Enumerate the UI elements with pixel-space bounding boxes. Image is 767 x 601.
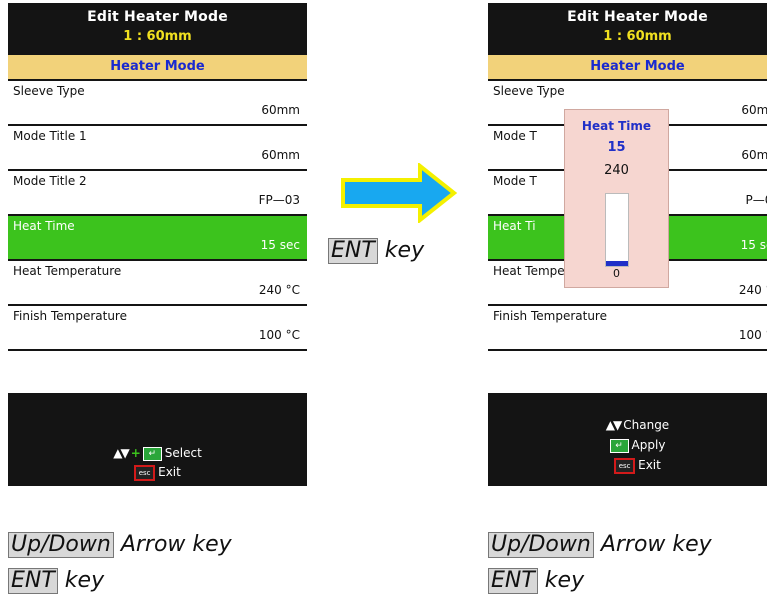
menu-item-value: 60mm [261,103,300,117]
middle-instruction: ENT key [328,238,424,264]
up-down-key-label: Up/Down [488,532,594,558]
ent-key-label: ENT [488,568,538,594]
section-header: Heater Mode [8,55,307,79]
footer-hints: ▲▼ + ↵ Select esc Exit [8,438,307,486]
up-down-arrows-icon: ▲▼ [113,446,130,460]
menu-item-value: P—03 [745,193,767,207]
menu-item-mode-title-1[interactable]: Mode Title 1 60mm [8,126,307,171]
right-arrow-icon [341,163,458,223]
enter-key-icon: ↵ [609,438,629,453]
up-down-arrows-icon: ▲▼ [605,418,623,432]
exit-hint: esc Exit [488,456,767,474]
right-instruction-line-2: ENT key [488,568,584,594]
change-label: Change [623,418,670,432]
key-suffix: key [57,568,105,593]
menu-item-value: 60mm [741,103,767,117]
value-level-slider[interactable] [605,193,629,267]
key-suffix: key [377,238,425,263]
right-instruction-line-1: Up/Down Arrow key [488,532,712,558]
menu-item-value: 15 sec [260,238,300,252]
left-instruction-line-2: ENT key [8,568,104,594]
menu-item-heat-temperature[interactable]: Heat Temperature 240 °C [8,261,307,306]
menu-item-empty [488,351,767,395]
popup-max-value: 240 [604,163,629,178]
plus-icon: + [130,446,141,460]
menu-item-sleeve-type[interactable]: Sleeve Type 60mm [8,81,307,126]
menu-item-heat-time[interactable]: Heat Time 15 sec [8,216,307,261]
section-header: Heater Mode [488,55,767,79]
menu-item-value: 60mm [261,148,300,162]
left-instruction-line-1: Up/Down Arrow key [8,532,232,558]
select-label: Select [164,446,202,460]
popup-current-value: 15 [607,140,626,155]
change-hint: ▲▼ Change [488,416,767,434]
footer-hints: ▲▼ Change ↵ Apply esc Exit [488,414,767,486]
screen-title: Edit Heater Mode [567,9,708,25]
menu-item-value: 60mm [741,148,767,162]
esc-key-icon: esc [614,457,636,474]
menu-item-label: Heat Time [13,219,75,233]
menu-item-label: Heat Temperature [13,264,122,278]
menu-item-value: 100 °C [738,328,767,342]
menu-item-value: FP—03 [258,193,300,207]
screen-subtitle: 1 : 60mm [603,29,672,44]
enter-key-icon: ↵ [142,446,162,461]
key-suffix: Arrow key [113,532,232,557]
popup-title: Heat Time [581,119,652,133]
select-hint: ▲▼ + ↵ Select [8,444,307,462]
menu-item-value: 100 °C [258,328,300,342]
heater-mode-screen-left: Edit Heater Mode 1 : 60mm Heater Mode Sl… [8,3,307,486]
exit-hint: esc Exit [8,463,307,481]
popup-min-value: 0 [613,267,620,280]
apply-label: Apply [631,438,666,452]
key-suffix: key [537,568,585,593]
ent-key-label: ENT [8,568,58,594]
screen-subtitle: 1 : 60mm [123,29,192,44]
menu-item-label: Mode Title 1 [13,129,87,143]
esc-key-icon: esc [134,464,156,481]
key-suffix: Arrow key [593,532,712,557]
apply-hint: ↵ Apply [488,436,767,454]
menu-item-value: 240 °C [258,283,300,297]
menu-item-label: Finish Temperature [493,309,607,323]
menu-list: Sleeve Type 60mm Mode Title 1 60mm Mode … [8,81,307,395]
ent-key-label: ENT [328,238,378,264]
menu-item-mode-title-2[interactable]: Mode Title 2 FP—03 [8,171,307,216]
exit-label: Exit [638,458,661,472]
screen-title: Edit Heater Mode [87,9,228,25]
menu-item-label: Mode T [493,174,537,188]
menu-item-value: 240 °C [738,283,767,297]
heater-mode-screen-right: Edit Heater Mode 1 : 60mm Heater Mode Sl… [488,3,767,486]
menu-item-label: Sleeve Type [13,84,85,98]
menu-item-empty [8,351,307,395]
menu-item-label: Mode Title 2 [13,174,87,188]
menu-item-label: Heat Ti [493,219,536,233]
up-down-key-label: Up/Down [8,532,114,558]
menu-item-label: Sleeve Type [493,84,565,98]
value-level-fill [606,261,628,266]
menu-item-finish-temperature[interactable]: Finish Temperature 100 °C [488,306,767,351]
menu-item-finish-temperature[interactable]: Finish Temperature 100 °C [8,306,307,351]
menu-item-label: Mode T [493,129,537,143]
heat-time-popup[interactable]: Heat Time 15 240 0 [564,109,669,288]
exit-label: Exit [158,465,181,479]
menu-item-value: 15 sec [740,238,767,252]
menu-item-label: Finish Temperature [13,309,127,323]
